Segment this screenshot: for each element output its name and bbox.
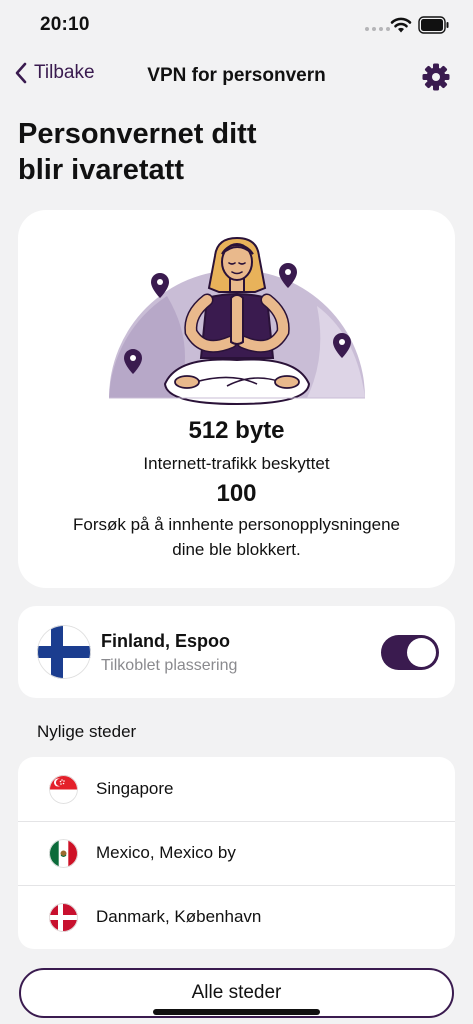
page-title-line-1: Personvernet ditt [18, 118, 257, 150]
gear-icon [422, 63, 450, 91]
page-title: Personvernet ditt blir ivaretatt [18, 116, 438, 188]
connected-location-card: Finland, Espoo Tilkoblet plassering [18, 606, 455, 698]
finland-flag-icon [37, 625, 91, 679]
wifi-icon [390, 17, 412, 33]
cellular-signal-icon [365, 27, 390, 31]
navigation-bar: Tilbake VPN for personvern [0, 55, 473, 97]
denmark-flag-icon [49, 903, 78, 932]
recent-place-name: Singapore [96, 779, 174, 798]
recent-place-singapore[interactable]: Singapore [18, 757, 455, 821]
recent-place-mexico[interactable]: Mexico, Mexico by [18, 821, 455, 885]
page-title-line-2: blir ivaretatt [18, 154, 184, 186]
blocked-attempts-label-line-1: Forsøk på å innhente personopplysningene [73, 515, 400, 534]
recent-places-list: Singapore Mexico, Mexico by Danmark, Køb… [18, 757, 455, 949]
home-indicator [153, 1009, 320, 1015]
traffic-protected-label: Internett-trafikk beskyttet [143, 454, 330, 473]
battery-icon [418, 16, 449, 34]
blocked-attempts-label-line-2: dine ble blokkert. [172, 540, 301, 559]
toggle-knob [407, 638, 436, 667]
blocked-attempts-value: 100 [216, 480, 257, 507]
singapore-flag-icon [49, 775, 78, 804]
mexico-flag-icon [49, 839, 78, 868]
traffic-protected-value: 512 byte [188, 417, 285, 444]
connected-location-name: Finland, Espoo [101, 631, 230, 651]
recent-place-denmark[interactable]: Danmark, København [18, 885, 455, 949]
recent-place-name: Mexico, Mexico by [96, 843, 236, 862]
connected-location-status: Tilkoblet plassering [101, 657, 238, 674]
back-label: Tilbake [34, 62, 95, 83]
privacy-summary-card: 512 byte Internett-trafikk beskyttet 100… [18, 210, 455, 588]
recent-place-name: Danmark, København [96, 907, 262, 926]
status-time: 20:10 [40, 14, 90, 35]
recent-places-heading: Nylige steder [37, 722, 137, 741]
settings-button[interactable] [421, 62, 451, 97]
vpn-toggle[interactable] [381, 635, 439, 670]
status-bar: 20:10 [0, 0, 473, 52]
chevron-left-icon [15, 62, 27, 84]
meditating-person-illustration [109, 236, 365, 406]
back-button[interactable]: Tilbake [14, 62, 95, 84]
